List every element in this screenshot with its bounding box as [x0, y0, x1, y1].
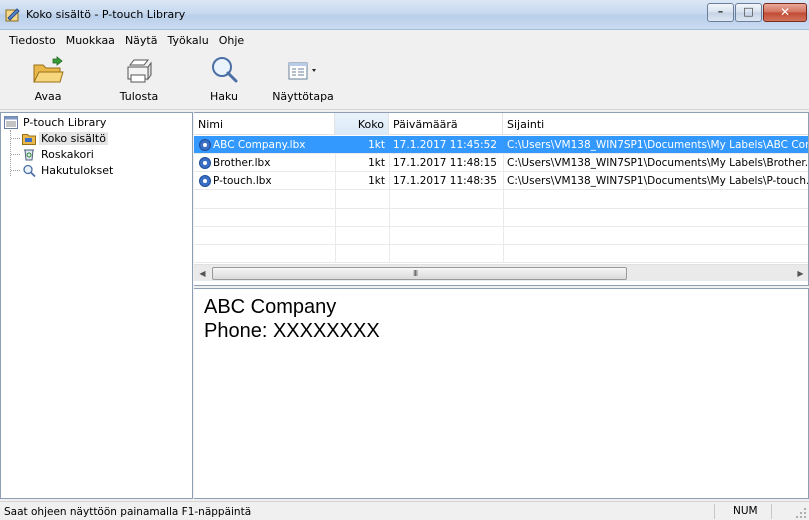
folder-icon: [22, 134, 36, 145]
file-date-cell: 17.1.2017 11:48:35: [393, 175, 497, 187]
file-location-cell: C:\Users\VM138_WIN7SP1\Documents\My Labe…: [507, 175, 809, 187]
status-bar: Saat ohjeen näyttöön painamalla F1-näppä…: [0, 501, 809, 520]
label-file-icon: [199, 139, 211, 151]
tree-root-label: P-touch Library: [23, 116, 107, 129]
menu-nayta[interactable]: Näytä: [120, 30, 163, 52]
column-location[interactable]: Sijainti: [503, 113, 808, 135]
label-preview: ABC Company Phone: XXXXXXXX: [194, 288, 809, 499]
num-lock-indicator: NUM: [714, 504, 772, 519]
table-row[interactable]: Brother.lbx 1kt 17.1.2017 11:48:15 C:\Us…: [194, 154, 809, 172]
search-button[interactable]: Haku: [204, 55, 244, 109]
tree-root[interactable]: P-touch Library: [4, 115, 189, 131]
search-results-icon: [23, 164, 36, 177]
library-icon: [4, 116, 18, 129]
app-icon: [5, 8, 20, 22]
table-row[interactable]: P-touch.lbx 1kt 17.1.2017 11:48:35 C:\Us…: [194, 172, 809, 190]
preview-line: Phone: XXXXXXXX: [204, 320, 380, 342]
scroll-grip: III: [413, 269, 418, 278]
file-list: Nimi Koko Päivämäärä Sijainti ABC Compan…: [194, 112, 809, 286]
view-mode-button[interactable]: Näyttötapa: [272, 55, 334, 109]
tree-item-recycle-bin[interactable]: Roskakori: [22, 147, 187, 163]
title-bar: Koko sisältö - P-touch Library – □ ✕: [0, 0, 809, 30]
tree-item-label: Hakutulokset: [41, 164, 114, 177]
menu-tiedosto[interactable]: Tiedosto: [4, 30, 61, 52]
file-name-cell: P-touch.lbx: [198, 175, 333, 189]
preview-line: ABC Company: [204, 296, 337, 318]
horizontal-scrollbar[interactable]: ◀ III ▶: [194, 264, 808, 282]
list-header: Nimi Koko Päivämäärä Sijainti: [194, 113, 808, 135]
column-name[interactable]: Nimi: [194, 113, 335, 135]
toolbar: Avaa Tulosta Haku Näyttötapa: [0, 52, 809, 110]
open-folder-icon: [33, 56, 64, 83]
print-button[interactable]: Tulosta: [116, 55, 162, 109]
maximize-button[interactable]: □: [735, 3, 762, 22]
search-label: Haku: [209, 90, 238, 103]
resize-grip-icon[interactable]: [795, 507, 807, 519]
tree-item-all-contents[interactable]: Koko sisältö: [22, 131, 187, 147]
printer-icon: [127, 59, 152, 83]
magnifier-icon: [212, 57, 238, 83]
file-name-cell: Brother.lbx: [198, 157, 333, 171]
menu-ohje[interactable]: Ohje: [214, 30, 249, 52]
minimize-button[interactable]: –: [707, 3, 734, 22]
minimize-icon: –: [717, 5, 724, 18]
label-file-icon: [199, 157, 211, 169]
menu-muokkaa[interactable]: Muokkaa: [61, 30, 120, 52]
label-file-icon: [199, 175, 211, 187]
column-size[interactable]: Koko: [335, 113, 389, 135]
open-button[interactable]: Avaa: [30, 55, 66, 109]
maximize-icon: □: [743, 5, 754, 18]
menu-bar: Tiedosto Muokkaa Näytä Työkalu Ohje: [0, 30, 809, 52]
file-size-cell: 1kt: [368, 139, 385, 151]
scroll-right-icon[interactable]: ▶: [792, 265, 808, 282]
table-row[interactable]: ABC Company.lbx 1kt 17.1.2017 11:45:52 C…: [194, 136, 808, 154]
window-title: Koko sisältö - P-touch Library: [26, 8, 186, 21]
file-location-cell: C:\Users\VM138_WIN7SP1\Documents\My Labe…: [507, 157, 809, 169]
scroll-thumb[interactable]: III: [212, 267, 627, 280]
column-date[interactable]: Päivämäärä: [389, 113, 503, 135]
folder-tree: P-touch Library Koko sisältö Roskakori H…: [0, 112, 193, 499]
tree-item-search-results[interactable]: Hakutulokset: [22, 163, 187, 179]
view-mode-label: Näyttötapa: [272, 90, 334, 103]
file-date-cell: 17.1.2017 11:48:15: [393, 157, 497, 169]
print-label: Tulosta: [119, 90, 159, 103]
file-date-cell: 17.1.2017 11:45:52: [393, 139, 497, 151]
scroll-left-icon[interactable]: ◀: [194, 265, 211, 282]
tree-item-label: Koko sisältö: [39, 132, 108, 145]
view-mode-icon: [288, 62, 316, 80]
file-size-cell: 1kt: [368, 175, 385, 187]
file-size-cell: 1kt: [368, 157, 385, 169]
tree-item-label: Roskakori: [41, 148, 94, 161]
status-text: Saat ohjeen näyttöön painamalla F1-näppä…: [4, 506, 252, 518]
close-button[interactable]: ✕: [763, 3, 807, 22]
close-icon: ✕: [779, 5, 791, 19]
menu-tyokalu[interactable]: Työkalu: [162, 30, 213, 52]
file-location-cell: C:\Users\VM138_WIN7SP1\Documents\My Labe…: [507, 139, 808, 151]
recycle-bin-icon: [24, 149, 34, 161]
open-label: Avaa: [34, 90, 62, 103]
file-name-cell: ABC Company.lbx: [198, 139, 333, 153]
